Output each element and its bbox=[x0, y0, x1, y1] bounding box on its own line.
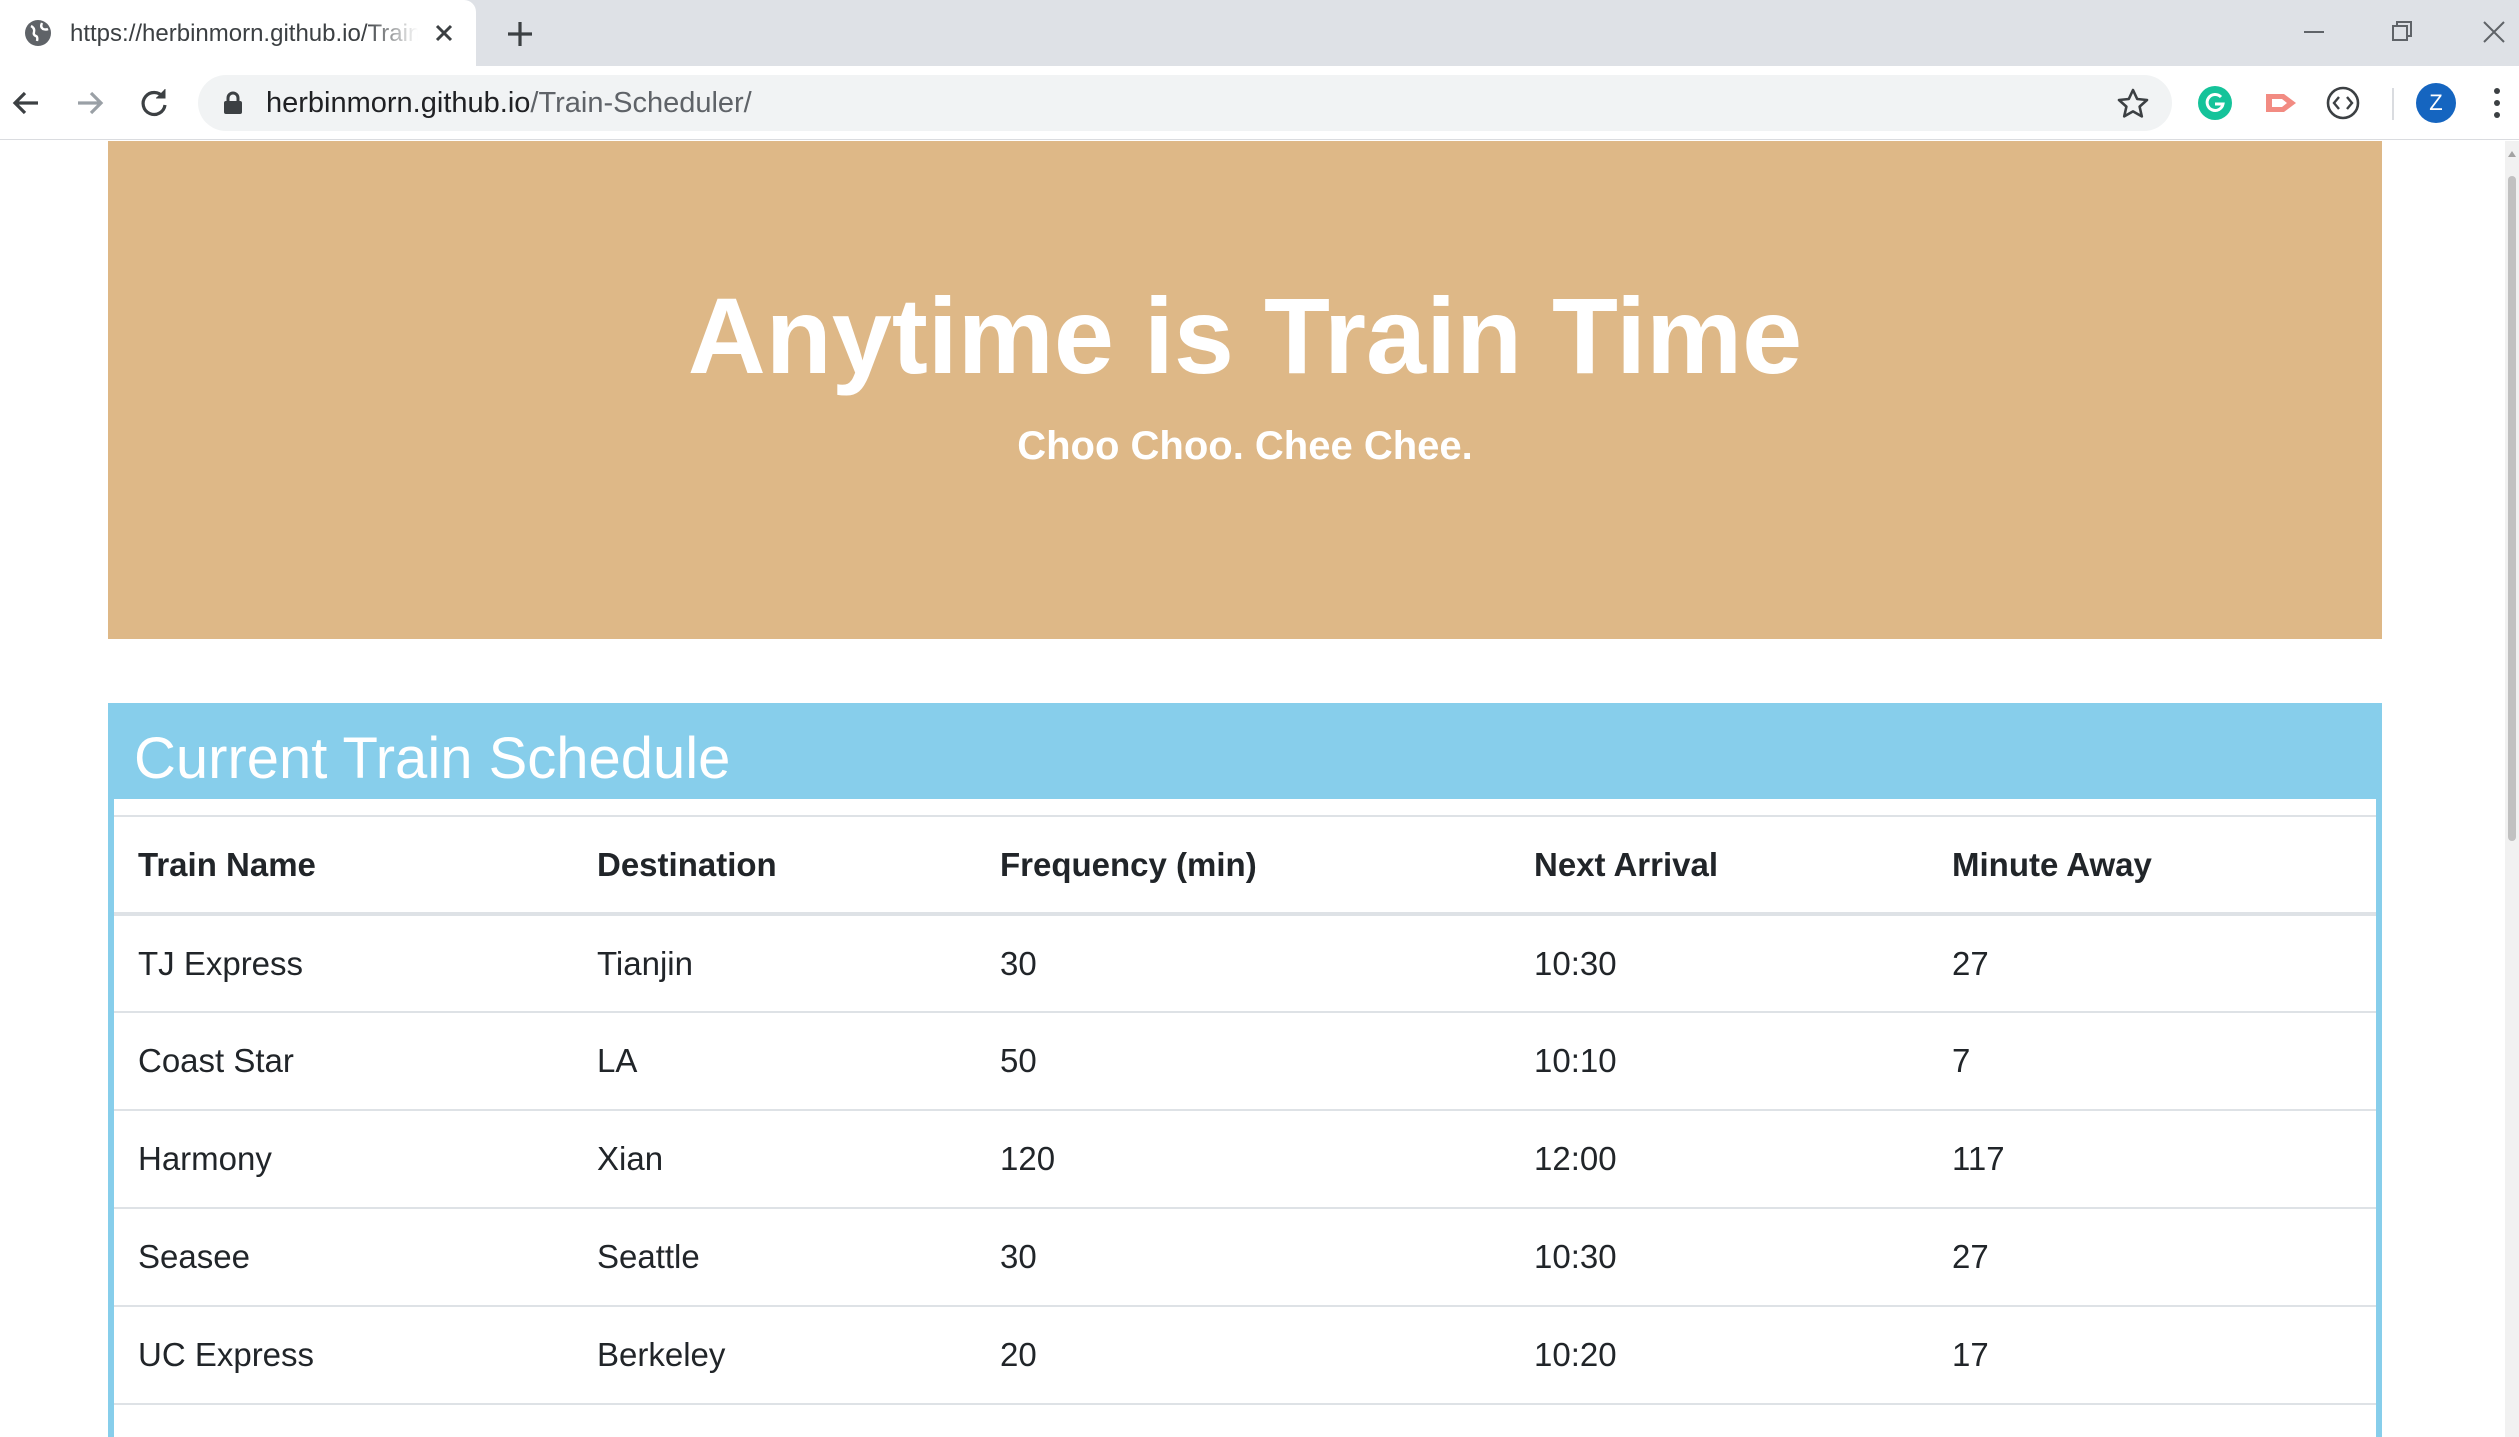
column-header-destination: Destination bbox=[573, 816, 976, 916]
cell-destination: Xian bbox=[573, 1110, 976, 1209]
cell-train-name: UC Express bbox=[114, 1306, 573, 1405]
url-text[interactable]: herbinmorn.github.io/Train-Scheduler/ bbox=[266, 87, 752, 119]
column-header-train-name: Train Name bbox=[114, 816, 573, 916]
minimize-icon[interactable] bbox=[2296, 14, 2332, 50]
close-tab-icon[interactable] bbox=[428, 17, 460, 49]
page-title: Anytime is Train Time bbox=[687, 275, 1803, 396]
table-row: TJ Express Tianjin 30 10:30 27 bbox=[114, 914, 2376, 1013]
close-window-icon[interactable] bbox=[2476, 14, 2512, 50]
cell-minutes-away: 27 bbox=[1928, 1208, 2376, 1307]
cell-next-arrival: 12:00 bbox=[1510, 1110, 1928, 1209]
schedule-heading: Current Train Schedule bbox=[114, 709, 2376, 799]
url-path: /Train-Scheduler/ bbox=[530, 87, 752, 119]
cell-frequency: 120 bbox=[976, 1110, 1510, 1209]
page-viewport: Anytime is Train Time Choo Choo. Chee Ch… bbox=[0, 141, 2505, 1437]
address-bar[interactable]: herbinmorn.github.io/Train-Scheduler/ bbox=[198, 75, 2172, 131]
schedule-table: Train Name Destination Frequency (min) N… bbox=[114, 815, 2376, 1405]
back-arrow-icon[interactable] bbox=[8, 85, 44, 121]
browser-tab[interactable]: https://herbinmorn.github.io/Train-Sched… bbox=[0, 0, 476, 66]
cell-destination: LA bbox=[573, 1012, 976, 1111]
cell-frequency: 30 bbox=[976, 914, 1510, 1013]
schedule-panel: Current Train Schedule Train Name Destin… bbox=[108, 703, 2382, 1437]
new-tab-plus-icon[interactable] bbox=[502, 16, 538, 52]
cell-next-arrival: 10:30 bbox=[1510, 914, 1928, 1013]
restore-icon[interactable] bbox=[2384, 14, 2420, 50]
url-host: herbinmorn.github.io bbox=[266, 87, 531, 119]
reload-icon[interactable] bbox=[136, 85, 172, 121]
code-extension-icon[interactable] bbox=[2324, 84, 2362, 122]
grammarly-extension-icon[interactable] bbox=[2196, 84, 2234, 122]
cell-frequency: 30 bbox=[976, 1208, 1510, 1307]
cell-next-arrival: 10:20 bbox=[1510, 1306, 1928, 1405]
page-scrollbar[interactable] bbox=[2505, 141, 2519, 1437]
table-header-row: Train Name Destination Frequency (min) N… bbox=[114, 816, 2376, 916]
browser-toolbar: herbinmorn.github.io/Train-Scheduler/ Z bbox=[0, 66, 2519, 140]
table-row: UC Express Berkeley 20 10:20 17 bbox=[114, 1306, 2376, 1405]
cell-destination: Seattle bbox=[573, 1208, 976, 1307]
toolbar-divider bbox=[2392, 88, 2394, 120]
cell-next-arrival: 10:10 bbox=[1510, 1012, 1928, 1111]
cell-train-name: TJ Express bbox=[114, 914, 573, 1013]
column-header-frequency: Frequency (min) bbox=[976, 816, 1510, 916]
column-header-minutes-away: Minute Away bbox=[1928, 816, 2376, 916]
table-row: Harmony Xian 120 12:00 117 bbox=[114, 1110, 2376, 1209]
cell-next-arrival: 10:30 bbox=[1510, 1208, 1928, 1307]
cell-destination: Berkeley bbox=[573, 1306, 976, 1405]
lock-icon[interactable] bbox=[222, 91, 244, 115]
cell-minutes-away: 7 bbox=[1928, 1012, 2376, 1111]
cell-destination: Tianjin bbox=[573, 914, 976, 1013]
scroll-up-arrow-icon[interactable] bbox=[2508, 151, 2516, 157]
cell-train-name: Coast Star bbox=[114, 1012, 573, 1111]
scrollbar-thumb[interactable] bbox=[2508, 176, 2516, 841]
browser-menu-icon[interactable] bbox=[2482, 83, 2512, 123]
table-row: Seasee Seattle 30 10:30 27 bbox=[114, 1208, 2376, 1307]
cell-minutes-away: 117 bbox=[1928, 1110, 2376, 1209]
cell-minutes-away: 27 bbox=[1928, 914, 2376, 1013]
tab-title: https://herbinmorn.github.io/Train-Sched… bbox=[70, 20, 418, 47]
cell-frequency: 20 bbox=[976, 1306, 1510, 1405]
bookmark-star-icon[interactable] bbox=[2116, 87, 2150, 121]
cell-minutes-away: 17 bbox=[1928, 1306, 2376, 1405]
jumbotron: Anytime is Train Time Choo Choo. Chee Ch… bbox=[108, 141, 2382, 639]
table-row: Coast Star LA 50 10:10 7 bbox=[114, 1012, 2376, 1111]
forward-arrow-icon[interactable] bbox=[72, 85, 108, 121]
column-header-next-arrival: Next Arrival bbox=[1510, 816, 1928, 916]
profile-avatar[interactable]: Z bbox=[2416, 83, 2456, 123]
globe-icon bbox=[25, 20, 51, 46]
browser-tabstrip: https://herbinmorn.github.io/Train-Sched… bbox=[0, 0, 2519, 66]
cell-frequency: 50 bbox=[976, 1012, 1510, 1111]
screencast-extension-icon[interactable] bbox=[2262, 84, 2300, 122]
cell-train-name: Seasee bbox=[114, 1208, 573, 1307]
cell-train-name: Harmony bbox=[114, 1110, 573, 1209]
page-subtitle: Choo Choo. Chee Chee. bbox=[1017, 424, 1473, 468]
